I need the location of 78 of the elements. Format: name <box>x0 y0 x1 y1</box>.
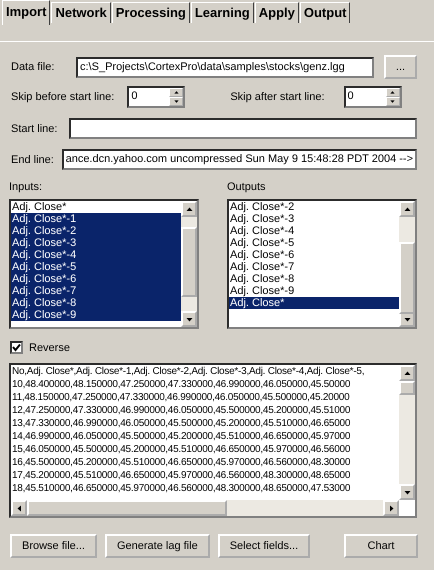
checkbox-label: Reverse <box>29 342 70 354</box>
list-item[interactable]: Adj. Close*-6 <box>229 249 399 261</box>
spin-up-button[interactable] <box>169 88 184 97</box>
spin-down-button[interactable] <box>169 97 184 106</box>
scroll-thumb[interactable] <box>399 242 415 314</box>
list-item[interactable]: Adj. Close*-6 <box>11 273 181 285</box>
spin-down-button[interactable] <box>386 97 400 106</box>
checkbox[interactable] <box>10 341 23 354</box>
list-item[interactable]: Adj. Close*-4 <box>11 249 181 261</box>
horizontal-scrollbar[interactable] <box>11 500 399 516</box>
field-label: Start line: <box>11 122 58 134</box>
list-item[interactable]: Adj. Close*-9 <box>11 309 181 321</box>
data-line: No,Adj. Close*,Adj. Close*-1,Adj. Close*-2,Adj. Close*-3,Adj. Close*-4,Adj. Close*-5, <box>12 365 366 378</box>
tab[interactable]: Apply <box>254 2 299 23</box>
list-item[interactable]: Adj. Close* <box>229 297 399 309</box>
down-arrow-icon <box>404 488 410 496</box>
vertical-scrollbar[interactable] <box>181 201 197 327</box>
field-label: Skip after start line: <box>230 91 324 103</box>
down-arrow-icon <box>390 99 395 104</box>
list-label: Outputs <box>227 181 267 193</box>
input-field[interactable]: c:\S_Projects\CortexPro\data\samples\stocks\genz.lgg <box>76 56 374 78</box>
browse-button[interactable]: ... <box>384 55 417 79</box>
data-line: 17,45.200000,45.510000,46.650000,45.970000,46.560000,48.300000,48.65000 <box>12 469 352 482</box>
tab[interactable]: Processing <box>112 2 190 23</box>
data-line: 12,47.250000,47.330000,46.990000,46.050000,45.500000,45.200000,45.51000 <box>12 404 352 417</box>
vertical-scrollbar[interactable] <box>399 201 415 327</box>
data-line: 16,45.500000,45.200000,45.510000,46.650000,45.970000,46.560000,48.30000 <box>12 456 352 469</box>
up-arrow-icon <box>186 206 192 212</box>
data-line: 15,46.050000,45.500000,45.200000,45.510000,46.650000,45.970000,46.56000 <box>12 443 352 456</box>
scroll-thumb[interactable] <box>399 381 415 395</box>
data-line: 13,47.330000,46.990000,46.050000,45.500000,45.200000,45.510000,46.65000 <box>12 417 352 430</box>
left-arrow-icon <box>16 504 22 512</box>
list-item[interactable]: Adj. Close*-7 <box>229 261 399 273</box>
input-field[interactable]: ance.dcn.yahoo.com uncompressed Sun May 9 15:48:28 PDT 2004 --> <box>62 149 417 170</box>
list-item[interactable]: Adj. Close*-3 <box>229 213 399 225</box>
vertical-scrollbar[interactable] <box>399 365 415 500</box>
up-arrow-icon <box>404 370 410 376</box>
up-arrow-icon <box>174 90 179 95</box>
list-item[interactable]: Adj. Close*-4 <box>229 225 399 237</box>
list-item[interactable]: Adj. Close*-7 <box>11 285 181 297</box>
action-button[interactable]: Chart <box>344 534 418 558</box>
input-field[interactable] <box>69 118 417 139</box>
down-arrow-icon <box>186 316 192 322</box>
scroll-thumb[interactable] <box>181 227 197 297</box>
list-item[interactable]: Adj. Close*-2 <box>11 225 181 237</box>
list-item[interactable]: Adj. Close*-2 <box>229 201 399 213</box>
list-label: Inputs: <box>9 181 44 193</box>
right-arrow-icon <box>388 504 394 512</box>
list-item[interactable]: Adj. Close*-8 <box>229 273 399 285</box>
action-button[interactable]: Generate lag file <box>104 534 210 558</box>
tab[interactable]: Network <box>51 2 111 23</box>
spin-up-button[interactable] <box>386 88 400 97</box>
up-arrow-icon <box>390 90 395 95</box>
field-label: Skip before start line: <box>11 91 114 103</box>
tab[interactable]: Output <box>300 2 350 23</box>
spin-field[interactable]: 0 <box>344 86 402 108</box>
list-item[interactable]: Adj. Close*-9 <box>229 285 399 297</box>
list-item[interactable]: Adj. Close*-5 <box>11 261 181 273</box>
list-item[interactable]: Adj. Close*-3 <box>11 237 181 249</box>
data-line: 11,48.150000,47.250000,47.330000,46.990000,46.050000,45.500000,45.20000 <box>12 391 350 404</box>
field-label: Data file: <box>11 61 56 73</box>
data-line: 14,46.990000,46.050000,45.500000,45.200000,45.510000,46.650000,45.97000 <box>12 430 352 443</box>
list-item[interactable]: Adj. Close*-1 <box>11 213 181 225</box>
down-arrow-icon <box>404 316 410 322</box>
data-line: 10,48.400000,48.150000,47.250000,47.330000,46.990000,46.050000,45.50000 <box>12 378 352 391</box>
list-item[interactable]: Adj. Close*-8 <box>11 297 181 309</box>
list-item[interactable]: Adj. Close* <box>11 201 181 213</box>
spin-field[interactable]: 0 <box>127 86 186 108</box>
up-arrow-icon <box>404 206 410 212</box>
list-item[interactable]: Adj. Close*-5 <box>229 237 399 249</box>
down-arrow-icon <box>174 99 179 104</box>
action-button[interactable]: Browse file... <box>10 534 97 558</box>
tab[interactable]: Learning <box>190 2 254 23</box>
tab[interactable]: Import <box>2 0 50 25</box>
data-line: 18,45.510000,46.650000,45.970000,46.560000,48.300000,48.650000,47.53000 <box>12 482 352 495</box>
action-button[interactable]: Select fields... <box>218 534 310 558</box>
scroll-thumb[interactable] <box>27 500 227 516</box>
field-label: End line: <box>11 154 55 166</box>
